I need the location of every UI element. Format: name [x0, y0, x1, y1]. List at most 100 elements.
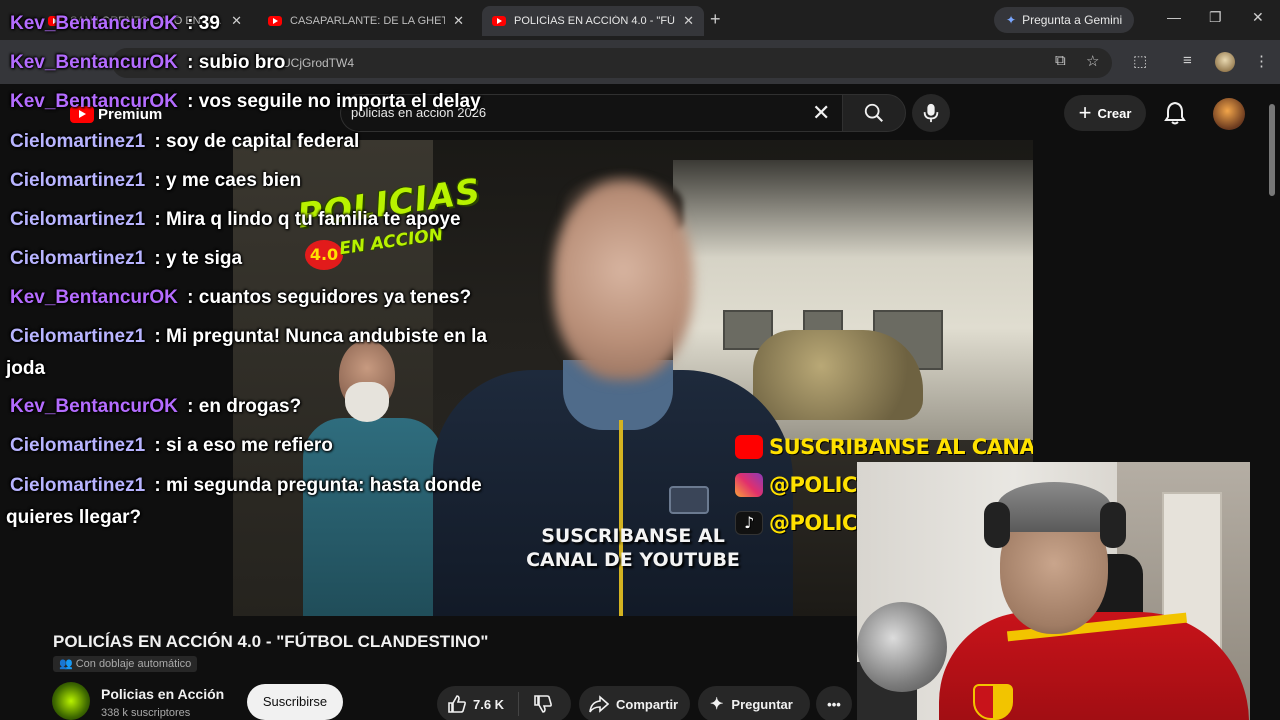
bookmark-star-icon[interactable]: ☆ — [1086, 52, 1099, 70]
youtube-favicon-icon — [268, 16, 282, 26]
webcam-microphone — [857, 602, 947, 692]
chat-text: : vos seguile no importa el delay — [181, 91, 481, 112]
video-title: POLICÍAS EN ACCIÓN 4.0 - "FÚTBOL CLANDES… — [53, 632, 489, 651]
chat-message: Cielomartinez1 : y me caes bien — [6, 165, 301, 197]
microphone-icon — [923, 103, 939, 123]
chat-text: : y te siga — [149, 248, 243, 269]
chat-text: : cuantos seguidores ya tenes? — [181, 287, 472, 308]
restore-icon[interactable]: ❐ — [1209, 9, 1222, 26]
instagram-icon — [735, 473, 763, 497]
scrollbar-thumb[interactable] — [1269, 104, 1275, 196]
gemini-label: Pregunta a Gemini — [1022, 13, 1123, 27]
chat-message: Cielomartinez1 : mi segunda pregunta: ha… — [6, 470, 526, 534]
chat-username: Cielomartinez1 — [10, 475, 146, 496]
social-youtube-text: SUSCRIBANSE AL CANAL — [769, 435, 1033, 459]
minimize-icon[interactable]: — — [1167, 9, 1181, 25]
ask-button[interactable]: ✦ Preguntar — [698, 686, 810, 720]
officer-zipper — [619, 420, 623, 616]
address-text: UCjGrodTW4 — [282, 56, 355, 70]
close-tab-icon[interactable]: ✕ — [453, 13, 464, 29]
media-controls-icon[interactable]: ≡ — [1183, 52, 1192, 69]
chat-message: Kev_BentancurOK : 39 — [6, 8, 220, 40]
browser-menu-icon[interactable]: ⋮ — [1254, 52, 1269, 70]
show-logo-number: 4.0 — [305, 240, 343, 270]
chat-text: : si a eso me refiero — [149, 435, 333, 456]
subscribe-button[interactable]: Suscribirse — [247, 684, 343, 720]
sparkle-icon: ✦ — [710, 696, 724, 713]
chat-text: : Mira q lindo q tu familia te apoye — [149, 209, 461, 230]
thumbs-down-icon — [534, 695, 553, 713]
video-subtitle: SUSCRIBANSE AL CANAL DE YOUTUBE — [526, 525, 740, 571]
officer-blurred-face — [553, 180, 693, 380]
browser-profile-avatar[interactable] — [1215, 52, 1235, 72]
notifications-button[interactable] — [1164, 101, 1186, 130]
chat-username: Kev_BentancurOK — [10, 13, 178, 34]
voice-search-button[interactable] — [912, 94, 950, 132]
dub-badge-text: Con doblaje automático — [75, 658, 192, 670]
bell-icon — [1164, 101, 1186, 125]
like-button[interactable]: 7.6 K — [447, 694, 504, 714]
new-tab-icon[interactable]: + — [710, 9, 721, 30]
create-label: Crear — [1097, 105, 1132, 121]
like-divider — [518, 692, 520, 716]
channel-name[interactable]: Policias en Acción — [101, 686, 224, 702]
webcam-headphone-right — [1100, 502, 1126, 548]
share-button[interactable]: Compartir — [579, 686, 690, 720]
close-tab-icon[interactable]: ✕ — [231, 13, 242, 29]
elderly-man-beard — [345, 382, 389, 422]
webcam-overlay — [857, 462, 1250, 720]
tab-title: POLICÍAS EN ACCIÓN 4.0 - "FÚ... — [514, 15, 676, 27]
like-dislike-group: 7.6 K — [437, 686, 571, 720]
like-count: 7.6 K — [473, 696, 505, 712]
gemini-button[interactable]: ✦ Pregunta a Gemini — [994, 7, 1135, 33]
tab-2[interactable]: CASAPARLANTE: DE LA GHETTO... ✕ — [258, 6, 474, 36]
share-arrow-icon — [589, 695, 609, 713]
chat-username: Kev_BentancurOK — [10, 52, 178, 73]
account-avatar[interactable] — [1213, 98, 1245, 130]
dislike-button[interactable] — [533, 694, 553, 714]
create-button[interactable]: + Crear — [1064, 95, 1146, 131]
search-button[interactable] — [842, 94, 906, 132]
chat-text: : y me caes bien — [149, 170, 302, 191]
chat-message: Kev_BentancurOK : subio bro — [6, 47, 285, 79]
dub-badge: 👥 Con doblaje automático — [53, 656, 198, 672]
webcam-jersey-crest — [973, 684, 1013, 720]
install-app-icon[interactable]: ⧉ — [1055, 52, 1066, 69]
plus-icon: + — [1078, 100, 1092, 125]
chat-username: Kev_BentancurOK — [10, 91, 178, 112]
chat-username: Cielomartinez1 — [10, 435, 146, 456]
chat-text: : subio bro — [181, 52, 286, 73]
chat-message: Kev_BentancurOK : en drogas? — [6, 391, 301, 423]
chat-message: Cielomartinez1 : si a eso me refiero — [6, 430, 333, 462]
chat-username: Cielomartinez1 — [10, 326, 146, 347]
chat-username: Cielomartinez1 — [10, 209, 146, 230]
chat-message: Kev_BentancurOK : cuantos seguidores ya … — [6, 282, 471, 314]
chat-text: : 39 — [181, 13, 220, 34]
tab-title: CASAPARLANTE: DE LA GHETTO... — [290, 15, 446, 27]
chat-message: Kev_BentancurOK : vos seguile no importa… — [6, 86, 481, 118]
dubbing-icon: 👥 — [59, 658, 73, 670]
clear-search-icon[interactable]: ✕ — [812, 100, 830, 126]
chat-username: Kev_BentancurOK — [10, 396, 178, 417]
window-close-icon[interactable]: ✕ — [1252, 9, 1264, 26]
share-label: Compartir — [616, 696, 679, 712]
webcam-cap — [997, 482, 1111, 532]
chat-username: Cielomartinez1 — [10, 170, 146, 191]
channel-subscriber-count: 338 k suscriptores — [101, 707, 191, 719]
chat-username: Cielomartinez1 — [10, 248, 146, 269]
channel-avatar[interactable] — [52, 682, 90, 720]
youtube-icon — [735, 435, 763, 459]
chat-username: Kev_BentancurOK — [10, 287, 178, 308]
officer-badge — [669, 486, 709, 514]
tab-3-active[interactable]: POLICÍAS EN ACCIÓN 4.0 - "FÚ... ✕ — [482, 6, 704, 36]
close-tab-icon[interactable]: ✕ — [683, 13, 694, 29]
more-actions-button[interactable]: ••• — [816, 686, 852, 720]
extensions-icon[interactable]: ⬚ — [1133, 52, 1147, 70]
chat-text: : en drogas? — [181, 396, 302, 417]
chat-message: Cielomartinez1 : soy de capital federal — [6, 126, 359, 158]
search-icon — [864, 103, 883, 122]
youtube-favicon-icon — [492, 16, 506, 26]
chat-message: Cielomartinez1 : Mi pregunta! Nunca andu… — [6, 321, 526, 385]
chat-message: Cielomartinez1 : y te siga — [6, 243, 242, 275]
social-youtube-row: SUSCRIBANSE AL CANAL — [735, 428, 1033, 466]
